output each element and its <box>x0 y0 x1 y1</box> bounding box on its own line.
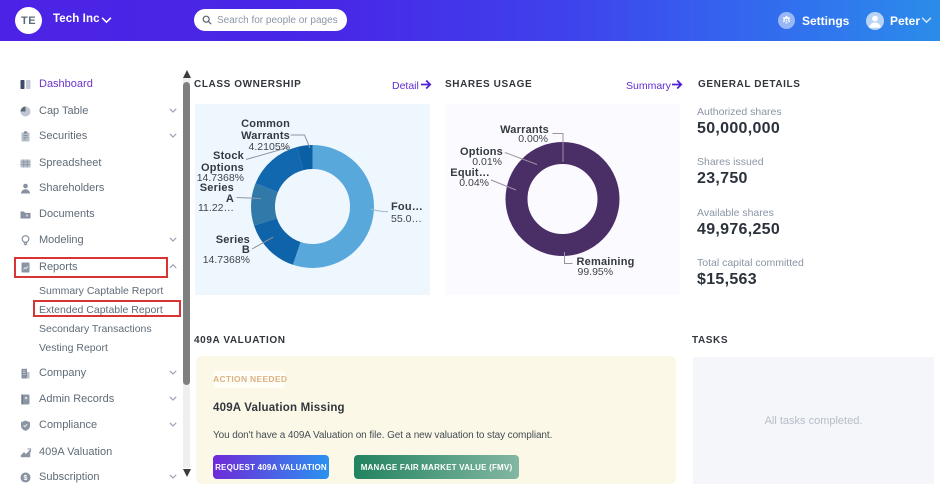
svg-text:$: $ <box>24 475 28 482</box>
